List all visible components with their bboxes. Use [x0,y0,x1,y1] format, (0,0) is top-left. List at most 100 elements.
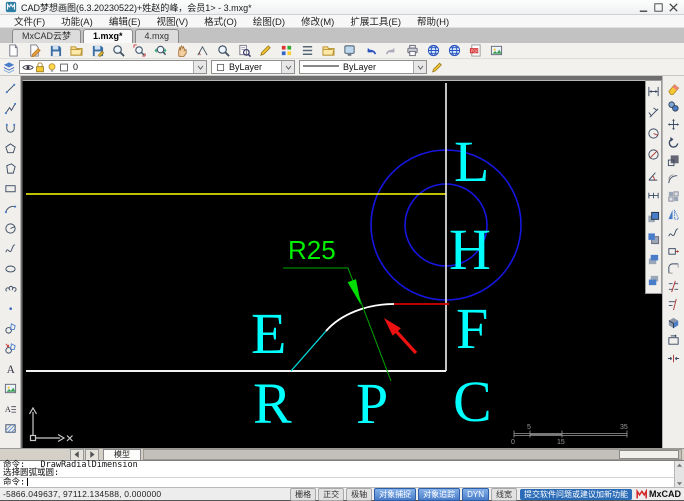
line-icon[interactable] [0,78,20,98]
save-icon[interactable] [45,43,66,58]
menu-edit[interactable]: 编辑(E) [101,14,149,28]
new-file-icon[interactable] [3,43,24,58]
polygon2-icon[interactable] [0,158,20,178]
draworder-front-icon[interactable] [646,207,661,228]
radius-dimension-label[interactable]: R25 [288,235,336,265]
command-scrollbar[interactable] [674,461,684,487]
pan-icon[interactable] [171,43,192,58]
dropdown-arrow-icon[interactable] [193,61,206,73]
measure-angle-icon[interactable] [192,43,213,58]
bulb-icon[interactable] [46,61,58,73]
zoom-extents-icon[interactable] [108,43,129,58]
letter-H[interactable]: H [449,217,491,282]
scroll-down-icon[interactable] [675,479,684,487]
polygon-icon[interactable] [0,138,20,158]
toggle-lineweight[interactable]: 线宽 [490,487,517,501]
draw-pencil-icon[interactable] [255,43,276,58]
dim-radius-icon[interactable] [646,123,661,144]
linetype-list-icon[interactable] [297,43,318,58]
linetype-combobox[interactable]: ByLayer [299,60,427,74]
insert-block-icon[interactable] [0,338,20,358]
circle-icon[interactable] [0,218,20,238]
arc-3point-icon[interactable] [0,198,20,218]
tab-next-icon[interactable] [85,448,99,461]
folder-manage-icon[interactable] [318,43,339,58]
stretch-icon[interactable] [663,241,684,259]
move-icon[interactable] [663,115,684,133]
hatch-icon[interactable] [0,418,20,438]
redo-icon[interactable] [381,43,402,58]
mtext-icon[interactable]: A [0,398,20,418]
web-icon[interactable] [423,43,444,58]
scrollbar-thumb[interactable] [619,450,679,459]
menu-format[interactable]: 格式(O) [196,14,245,28]
menu-draw[interactable]: 绘图(D) [245,14,293,28]
layer-swatch-icon[interactable] [58,61,70,73]
array-icon[interactable] [663,187,684,205]
image-export-icon[interactable] [486,43,507,58]
dimension-leader[interactable] [283,267,392,382]
doc-tab-mxcad-cloud[interactable]: MxCAD云梦 [12,29,81,43]
letter-R[interactable]: R [253,371,292,436]
color-combobox[interactable]: ByLayer [211,60,295,74]
erase-icon[interactable] [663,79,684,97]
chamfer-line[interactable] [290,330,327,372]
letter-P[interactable]: P [356,371,388,436]
spline-edit-icon[interactable] [663,223,684,241]
explode-icon[interactable] [663,313,684,331]
spline-icon[interactable] [0,238,20,258]
save-as-icon[interactable] [87,43,108,58]
ellipse-icon[interactable] [0,258,20,278]
zoom-window-icon[interactable] [129,43,150,58]
print-icon[interactable] [402,43,423,58]
zoom-dynamic-icon[interactable] [150,43,171,58]
mirror-icon[interactable] [663,205,684,223]
find-icon[interactable] [234,43,255,58]
block-icon[interactable] [0,318,20,338]
open-icon[interactable] [66,43,87,58]
dropdown-arrow-icon[interactable] [413,61,426,73]
rectangle-icon[interactable] [0,178,20,198]
model-tab[interactable]: 模型 [103,449,141,460]
arc-icon[interactable] [0,118,20,138]
trim-icon[interactable] [663,277,684,295]
join-icon[interactable] [663,349,684,367]
dim-angular-icon[interactable] [646,165,661,186]
toggle-dyn[interactable]: DYN [462,487,489,501]
polyline-icon[interactable] [0,98,20,118]
pdf-export-icon[interactable]: PDF [465,43,486,58]
extend-icon[interactable] [663,295,684,313]
copy-icon[interactable] [663,97,684,115]
color-palette-icon[interactable] [276,43,297,58]
boundary-icon[interactable] [663,331,684,349]
pencil-edit-icon[interactable] [431,61,443,73]
dim-aligned-icon[interactable] [646,102,661,123]
menu-modify[interactable]: 修改(M) [293,14,342,28]
fillet-arc[interactable] [325,303,395,332]
point-icon[interactable] [0,298,20,318]
rotate-icon[interactable] [663,133,684,151]
menu-function[interactable]: 功能(A) [53,14,101,28]
fillet-icon[interactable] [663,259,684,277]
drawing-canvas[interactable]: R25 L H F E R P C 5 35 0 15 [22,80,663,449]
scroll-up-icon[interactable] [675,461,684,469]
text-icon[interactable]: A [0,358,20,378]
layers-icon[interactable] [3,61,15,73]
menu-view[interactable]: 视图(V) [148,14,196,28]
undo-icon[interactable] [360,43,381,58]
toggle-osnap[interactable]: 对象捕捉 [374,487,417,501]
scale-icon[interactable] [663,151,684,169]
lock-icon[interactable] [34,61,46,73]
zoom-object-icon[interactable] [213,43,234,58]
sketch-icon[interactable] [24,43,45,58]
revcloud-icon[interactable] [0,278,20,298]
menu-file[interactable]: 文件(F) [6,14,53,28]
close-icon[interactable] [667,1,680,14]
toggle-grid[interactable]: 栅格 [290,487,317,501]
draworder-back-icon[interactable] [646,228,661,249]
doc-tab-4mxg[interactable]: 4.mxg [134,29,180,43]
menu-exttools[interactable]: 扩展工具(E) [342,14,409,28]
letter-E[interactable]: E [251,301,286,366]
display-settings-icon[interactable] [339,43,360,58]
image-icon[interactable] [0,378,20,398]
